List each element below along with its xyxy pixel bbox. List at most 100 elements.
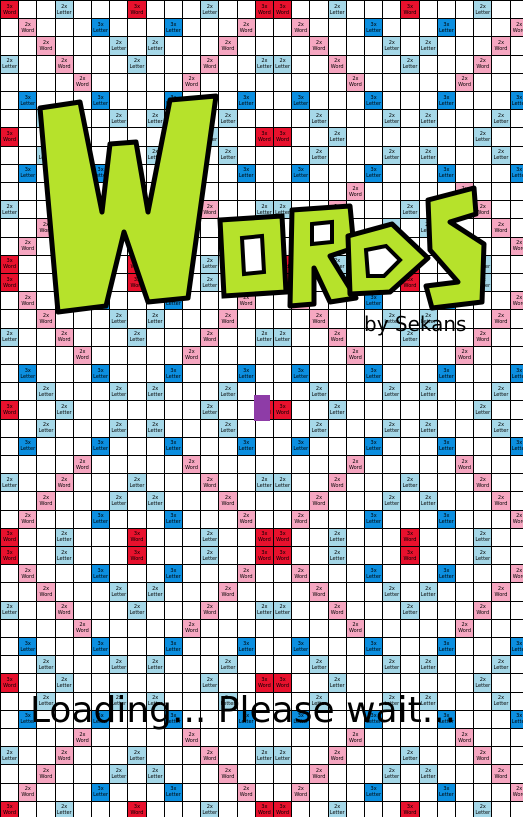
- board-square: [436, 0, 456, 20]
- board-square: [364, 345, 384, 365]
- board-square: [72, 36, 92, 56]
- board-square: [364, 455, 384, 475]
- board-square: [345, 436, 365, 456]
- board-square: [436, 582, 456, 602]
- board-square: [18, 72, 38, 92]
- board-square: [345, 527, 365, 547]
- board-square-tl: 3xLetter: [163, 436, 183, 456]
- board-square-dw: 2xWord: [345, 72, 365, 92]
- board-square: [509, 182, 523, 202]
- board-square: [163, 418, 183, 438]
- board-square: [327, 637, 347, 657]
- board-square-dl: 2xLetter: [200, 527, 220, 547]
- board-square: [400, 564, 420, 584]
- board-square: [91, 400, 111, 420]
- board-square: [309, 400, 329, 420]
- board-square-dw: 2xWord: [509, 509, 523, 529]
- board-square-dw: 2xWord: [491, 491, 511, 511]
- board-square-dw: 2xWord: [327, 54, 347, 74]
- board-square: [509, 655, 523, 675]
- board-square: [327, 509, 347, 529]
- board-square-tl: 3xLetter: [364, 509, 384, 529]
- board-square-tw: 3xWord: [127, 0, 147, 20]
- board-square: [455, 473, 475, 493]
- board-square: [54, 637, 74, 657]
- board-square-dl: 2xLetter: [491, 382, 511, 402]
- board-square: [400, 655, 420, 675]
- board-square: [218, 364, 238, 384]
- board-square: [91, 546, 111, 566]
- board-square: [345, 655, 365, 675]
- board-square: [18, 655, 38, 675]
- board-square: [364, 582, 384, 602]
- board-square: [91, 418, 111, 438]
- board-square-dl: 2xLetter: [273, 54, 293, 74]
- board-square: [509, 618, 523, 638]
- board-square: [400, 72, 420, 92]
- board-square-dw: 2xWord: [54, 746, 74, 766]
- board-square: [72, 400, 92, 420]
- board-square-dw: 2xWord: [509, 236, 523, 256]
- board-square: [309, 782, 329, 802]
- logo-letter-s: [423, 185, 487, 311]
- board-square: [273, 364, 293, 384]
- board-square-dl: 2xLetter: [418, 382, 438, 402]
- board-square: [200, 509, 220, 529]
- board-square: [200, 455, 220, 475]
- board-square: [400, 582, 420, 602]
- board-square: [36, 18, 56, 38]
- board-square: [145, 509, 165, 529]
- board-square-tw: 3xWord: [127, 527, 147, 547]
- board-square-tl: 3xLetter: [364, 782, 384, 802]
- board-square: [36, 436, 56, 456]
- board-square: [72, 527, 92, 547]
- board-square: [182, 600, 202, 620]
- board-square: [163, 400, 183, 420]
- board-square: [273, 764, 293, 784]
- board-square: [218, 54, 238, 74]
- board-square-dl: 2xLetter: [473, 0, 493, 20]
- board-square: [473, 436, 493, 456]
- board-square: [54, 382, 74, 402]
- board-square: [18, 618, 38, 638]
- board-square-dw: 2xWord: [509, 291, 523, 311]
- board-square-dw: 2xWord: [345, 345, 365, 365]
- board-square: [491, 436, 511, 456]
- board-square: [345, 764, 365, 784]
- board-square: [72, 582, 92, 602]
- board-square-dl: 2xLetter: [127, 746, 147, 766]
- board-square: [163, 527, 183, 547]
- board-square: [54, 782, 74, 802]
- board-square: [36, 637, 56, 657]
- board-square: [91, 327, 111, 347]
- board-square: [254, 18, 274, 38]
- board-square: [54, 72, 74, 92]
- board-square: [218, 746, 238, 766]
- board-square-dl: 2xLetter: [200, 400, 220, 420]
- board-square: [382, 800, 402, 817]
- board-square: [54, 364, 74, 384]
- board-square: [54, 418, 74, 438]
- board-square: [455, 800, 475, 817]
- board-square: [18, 800, 38, 817]
- board-square: [36, 327, 56, 347]
- board-square: [509, 109, 523, 129]
- board-square: [254, 655, 274, 675]
- board-square-dw: 2xWord: [473, 327, 493, 347]
- board-square: [0, 582, 20, 602]
- board-square: [0, 709, 20, 729]
- board-square-dw: 2xWord: [200, 746, 220, 766]
- board-square-dl: 2xLetter: [145, 764, 165, 784]
- board-square: [291, 618, 311, 638]
- board-square: [309, 746, 329, 766]
- board-square-dl: 2xLetter: [145, 382, 165, 402]
- board-square: [18, 400, 38, 420]
- board-square: [455, 382, 475, 402]
- board-square: [291, 800, 311, 817]
- board-square-dl: 2xLetter: [0, 54, 20, 74]
- board-square: [127, 72, 147, 92]
- board-square-dl: 2xLetter: [382, 764, 402, 784]
- board-square: [91, 655, 111, 675]
- board-square: [36, 600, 56, 620]
- board-square-tw: 3xWord: [254, 0, 274, 20]
